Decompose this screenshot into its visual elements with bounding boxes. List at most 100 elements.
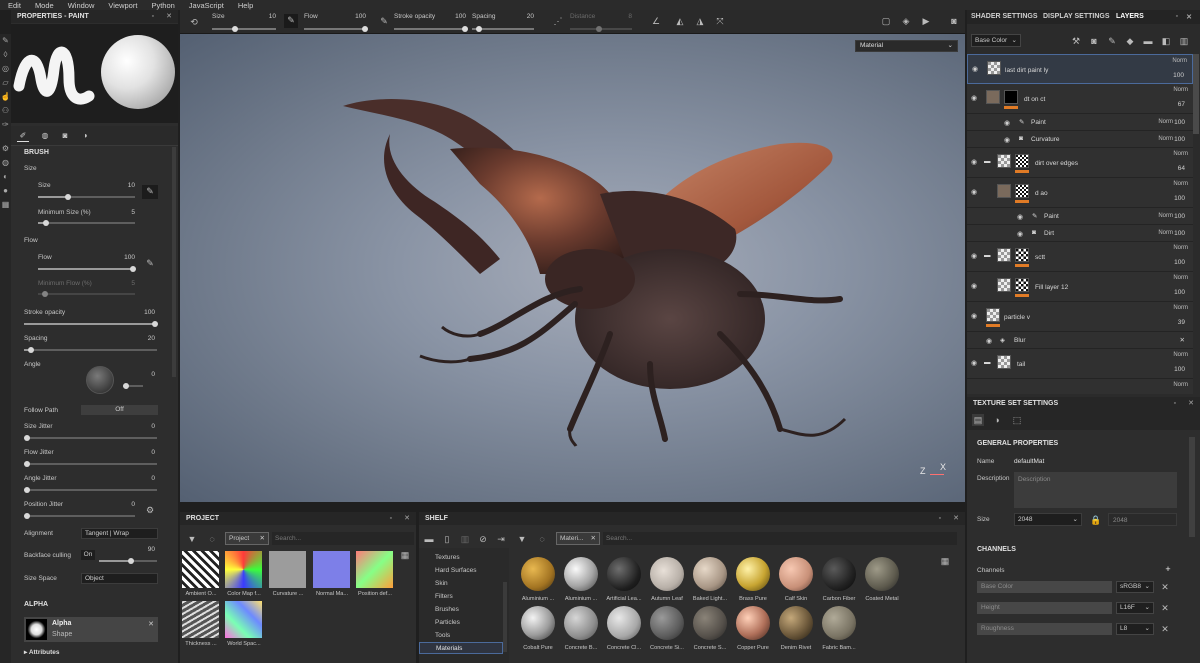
- shelf-grid-view-icon[interactable]: ▦: [939, 555, 951, 567]
- shelf-refresh-icon[interactable]: ◌: [536, 533, 548, 545]
- curvature-thumb[interactable]: [269, 551, 306, 588]
- layers-icon[interactable]: ▦: [0, 198, 11, 212]
- 3d-viewport[interactable]: Material ⌄ Z X: [180, 34, 965, 502]
- layer-opacity[interactable]: 39: [1178, 319, 1185, 326]
- material-baked-light[interactable]: [693, 557, 727, 591]
- material-coated-metal[interactable]: [865, 557, 899, 591]
- angle-icon[interactable]: ∠: [650, 15, 662, 27]
- world-space-normal-thumb[interactable]: [225, 601, 262, 638]
- tab-display-settings[interactable]: DISPLAY SETTINGS: [1043, 13, 1110, 20]
- grid-view-icon[interactable]: ▦: [399, 549, 411, 561]
- menu-mode[interactable]: Mode: [35, 1, 54, 10]
- add-channel-icon[interactable]: +: [1162, 563, 1174, 575]
- visibility-eye-icon[interactable]: ◉: [1017, 213, 1023, 221]
- menu-help[interactable]: Help: [238, 1, 253, 10]
- layer-row[interactable]: ◉ Fill layer 12 Norm 100: [967, 272, 1193, 302]
- picker-tool-icon[interactable]: ✑: [0, 118, 11, 132]
- add-effect-icon[interactable]: ⚒: [1070, 35, 1082, 47]
- effect-blend-mode[interactable]: Norm: [1158, 119, 1173, 125]
- effect-row[interactable]: ◉ ✎ Paint Norm 100: [967, 208, 1193, 225]
- layer-opacity[interactable]: 100: [1174, 195, 1185, 202]
- toolbar-stroke-slider[interactable]: [394, 26, 468, 32]
- material-concrete-s[interactable]: [693, 606, 727, 640]
- toolbar-spacing[interactable]: Spacing 20: [470, 12, 536, 32]
- material-artificial-leather[interactable]: [607, 557, 641, 591]
- add-mask-icon[interactable]: ◙: [1088, 35, 1100, 47]
- material-concrete-cl[interactable]: [607, 606, 641, 640]
- layer-opacity[interactable]: 100: [1173, 72, 1184, 79]
- screenshot-icon[interactable]: ◙: [948, 15, 960, 27]
- toolbar-size-slider[interactable]: [212, 26, 276, 32]
- visibility-eye-icon[interactable]: ◉: [1004, 119, 1010, 127]
- flow-slider[interactable]: [38, 266, 136, 272]
- angle-slider[interactable]: [123, 383, 143, 389]
- new-file-icon[interactable]: ▯: [441, 533, 453, 545]
- visibility-eye-icon[interactable]: ◉: [971, 359, 977, 367]
- layer-blend-mode[interactable]: Norm: [1173, 151, 1188, 157]
- angle-jitter-slider[interactable]: [24, 487, 157, 493]
- material-cobalt-pure[interactable]: [521, 606, 555, 640]
- polygon-fill-icon[interactable]: ▱: [0, 76, 11, 90]
- jitter-settings-icon[interactable]: ⚙: [144, 504, 156, 516]
- visibility-eye-icon[interactable]: ◉: [971, 158, 977, 166]
- toolbar-flow-slider[interactable]: [304, 26, 368, 32]
- toolbar-distance-slider[interactable]: [570, 26, 632, 32]
- backface-culling-slider[interactable]: [99, 558, 157, 564]
- flow-jitter-slider[interactable]: [24, 461, 157, 467]
- layer-opacity[interactable]: 64: [1178, 165, 1185, 172]
- material-carbon-fiber[interactable]: [822, 557, 856, 591]
- add-folder-icon[interactable]: ▬: [1142, 35, 1154, 47]
- size-pressure-icon[interactable]: ✎: [142, 185, 158, 199]
- toolbar-flow[interactable]: Flow 100: [302, 12, 368, 32]
- record-icon[interactable]: ●: [0, 184, 11, 198]
- toolbar-spacing-slider[interactable]: [472, 26, 534, 32]
- bake-icon[interactable]: ⚙: [0, 142, 11, 156]
- material-concrete-si[interactable]: [650, 606, 684, 640]
- category-tools[interactable]: Tools: [435, 632, 450, 639]
- effect-row[interactable]: ◉ ✎ Paint Norm 100: [967, 114, 1193, 131]
- projection-tool-icon[interactable]: ◎: [0, 62, 11, 76]
- menu-javascript[interactable]: JavaScript: [189, 1, 224, 10]
- ambient-occlusion-thumb[interactable]: [182, 551, 219, 588]
- layer-row[interactable]: ◉ dt on ct Norm 67: [967, 84, 1193, 114]
- size-slider[interactable]: [38, 194, 135, 200]
- cube-view-icon[interactable]: ◈: [900, 15, 912, 27]
- effect-row[interactable]: ◉ ◙ Dirt Norm 100: [967, 225, 1193, 242]
- category-skin[interactable]: Skin: [435, 580, 448, 587]
- category-materials-selected[interactable]: Materials: [419, 642, 503, 654]
- display-mode-icon[interactable]: ▢: [880, 15, 892, 27]
- tss-scrollbar[interactable]: [1189, 437, 1195, 537]
- layer-row[interactable]: Norm: [967, 379, 1193, 394]
- material-calf-skin[interactable]: [779, 557, 813, 591]
- thickness-thumb[interactable]: [182, 601, 219, 638]
- effect-opacity[interactable]: 100: [1174, 213, 1185, 220]
- spacing-slider[interactable]: [24, 347, 157, 353]
- material-aluminium-2[interactable]: [564, 557, 598, 591]
- alpha-remove-icon[interactable]: ✕: [148, 620, 154, 628]
- add-paint-layer-icon[interactable]: ✎: [1106, 35, 1118, 47]
- shelf-close-icon[interactable]: ✕: [953, 512, 959, 525]
- visibility-eye-icon[interactable]: ◉: [971, 282, 977, 290]
- channel-select[interactable]: Base Color ⌄: [971, 34, 1021, 47]
- size-space-select[interactable]: Object: [81, 573, 158, 584]
- toolbar-size[interactable]: Size 10: [210, 12, 280, 32]
- layer-blend-mode[interactable]: Norm: [1173, 352, 1188, 358]
- layer-blend-mode[interactable]: Norm: [1173, 275, 1188, 281]
- category-textures[interactable]: Textures: [435, 554, 460, 561]
- color-map-thumb[interactable]: [225, 551, 262, 588]
- size-select[interactable]: 2048 ⌄: [1014, 513, 1082, 526]
- position-thumb[interactable]: [356, 551, 393, 588]
- material-concrete-b[interactable]: [564, 606, 598, 640]
- layer-blend-mode[interactable]: Norm: [1173, 181, 1188, 187]
- layer-blend-mode[interactable]: Norm: [1173, 87, 1188, 93]
- backface-culling-toggle[interactable]: On: [81, 550, 95, 560]
- layer-opacity[interactable]: 100: [1174, 259, 1185, 266]
- project-search-input[interactable]: Search...: [272, 532, 414, 545]
- layer-blend-mode[interactable]: Norm: [1173, 245, 1188, 251]
- layer-row[interactable]: ◉ d ao Norm 100: [967, 178, 1193, 208]
- channel-format-select[interactable]: sRGB8 ⌄: [1116, 581, 1154, 593]
- project-filter-tag[interactable]: Project ✕: [225, 532, 269, 545]
- duplicate-layer-icon[interactable]: ◧: [1160, 35, 1172, 47]
- material-brass-pure[interactable]: [736, 557, 770, 591]
- remove-channel-icon[interactable]: ✕: [1159, 623, 1171, 635]
